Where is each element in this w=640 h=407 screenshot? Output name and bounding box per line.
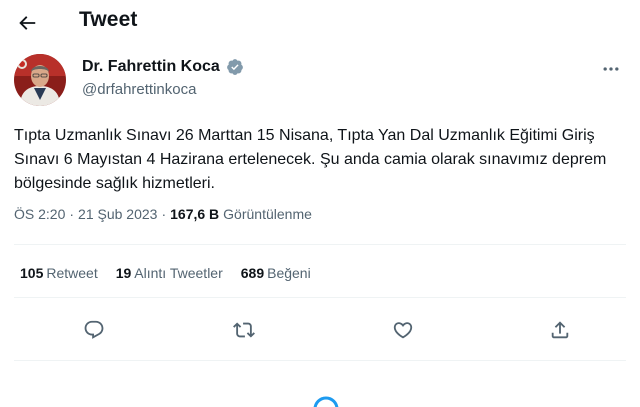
verified-badge-icon bbox=[226, 59, 243, 75]
more-dots-icon bbox=[603, 67, 619, 71]
divider bbox=[14, 244, 626, 245]
quotes-label: Alıntı Tweetler bbox=[134, 265, 223, 281]
author-name[interactable]: Dr. Fahrettin Koca bbox=[82, 58, 220, 76]
retweets-count: 105 bbox=[20, 265, 44, 281]
reply-icon bbox=[84, 320, 104, 339]
back-button[interactable] bbox=[10, 6, 44, 40]
more-options-button[interactable] bbox=[596, 54, 626, 84]
share-button[interactable] bbox=[541, 311, 579, 349]
views-label: Görüntülenme bbox=[223, 206, 312, 222]
retweets-label: Retweet bbox=[46, 265, 98, 281]
likes-stat[interactable]: 689 Beğeni bbox=[241, 265, 311, 281]
divider bbox=[14, 297, 626, 298]
avatar[interactable] bbox=[14, 54, 66, 106]
quotes-stat[interactable]: 19 Alıntı Tweetler bbox=[116, 265, 223, 281]
heart-icon bbox=[393, 322, 413, 339]
meta-separator: · bbox=[161, 206, 167, 222]
top-bar: Tweet bbox=[0, 0, 640, 44]
quotes-count: 19 bbox=[115, 265, 132, 281]
tweet-text: Tıpta Uzmanlık Sınavı 26 Marttan 15 Nisa… bbox=[14, 127, 607, 192]
tweet-date[interactable]: 21 Şub 2023 bbox=[78, 206, 157, 222]
author-handle[interactable]: @drfahrettinkoca bbox=[82, 81, 196, 98]
share-icon bbox=[551, 321, 569, 339]
views-count: 167,6 B bbox=[170, 206, 220, 222]
retweets-stat[interactable]: 105 Retweet bbox=[20, 265, 98, 281]
likes-count: 689 bbox=[240, 265, 265, 281]
meta-separator: · bbox=[69, 206, 75, 222]
tweet-author: Dr. Fahrettin Koca @drfahrettinkoca bbox=[14, 54, 626, 106]
tweet-actions bbox=[14, 311, 626, 349]
loading-spinner-icon bbox=[313, 396, 339, 407]
divider bbox=[14, 360, 626, 361]
arrow-left-icon bbox=[19, 16, 36, 30]
retweet-icon bbox=[233, 322, 255, 338]
avatar-image bbox=[14, 54, 66, 106]
likes-label: Beğeni bbox=[267, 265, 311, 281]
page-title: Tweet bbox=[79, 8, 138, 31]
tweet-meta: ÖS 2:20 · 21 Şub 2023 · 167,6 B Görüntül… bbox=[14, 206, 312, 222]
retweet-button[interactable] bbox=[225, 311, 263, 349]
tweet-page: Tweet Dr. Fahrettin Koca @drfahrettinkoc… bbox=[0, 0, 640, 407]
author-name-row: Dr. Fahrettin Koca bbox=[82, 58, 244, 76]
tweet-time[interactable]: ÖS 2:20 bbox=[14, 206, 65, 222]
like-button[interactable] bbox=[384, 311, 422, 349]
tweet-stats: 105 Retweet 19 Alıntı Tweetler 689 Beğeni bbox=[20, 265, 311, 281]
reply-button[interactable] bbox=[75, 311, 113, 349]
